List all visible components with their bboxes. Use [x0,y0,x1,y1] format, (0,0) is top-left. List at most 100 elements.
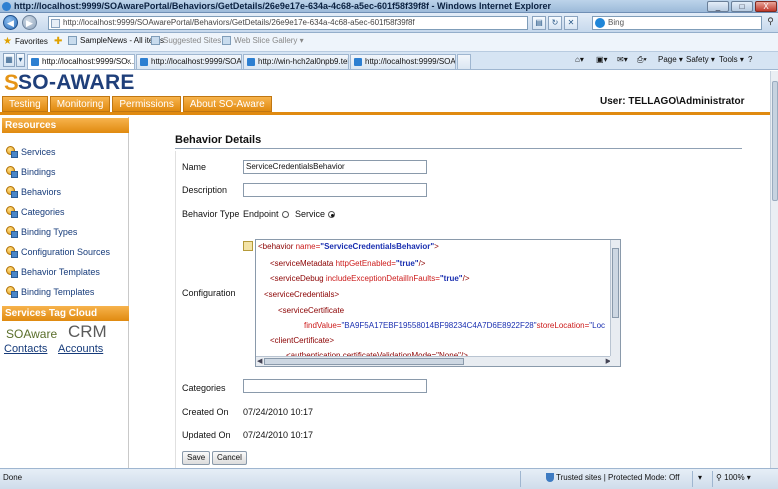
back-button[interactable]: ◀ [3,15,18,30]
feeds-icon[interactable]: ▣▾ [596,55,608,64]
favorites-button[interactable]: ★ Favorites [3,36,48,47]
zoom-level[interactable]: ⚲ 100% ▾ [716,473,751,482]
page-title: Behavior Details [175,134,262,146]
minimize-button[interactable]: _ [707,1,729,12]
sidebar-item-label: Bindings [21,167,56,177]
save-button[interactable]: Save [182,451,211,465]
favorite-site-icon [151,36,160,45]
cancel-button[interactable]: Cancel [212,451,247,465]
window-title: http://localhost:9999/SOAwarePortal/Beha… [14,1,551,11]
services-icon [6,146,18,158]
help-icon[interactable]: ? [748,55,752,64]
tab-site-icon [31,58,39,66]
favorite-link-samplenews[interactable]: SampleNews - All items [68,36,164,45]
favorites-bar: ★ Favorites ✚ SampleNews - All items Sug… [0,33,778,52]
categories-field[interactable] [243,379,427,393]
behaviors-icon [6,186,18,198]
description-field[interactable] [243,183,427,197]
scroll-left-icon[interactable]: ◀ [257,358,262,366]
xml-line: <serviceCredentials> [264,290,340,299]
sidebar-item-binding-types[interactable]: Binding Types [6,225,77,239]
close-button[interactable]: X [755,1,777,12]
nav-tab-about[interactable]: About SO-Aware [182,96,272,112]
behavior-type-group: Endpoint Service [243,209,339,219]
sidebar: Resources Services Bindings Behaviors Ca… [2,117,129,468]
address-bar: ◀ ▶ http://localhost:9999/SOAwarePortal/… [0,13,778,33]
tag-contacts[interactable]: Contacts [4,343,47,355]
configuration-editor[interactable]: <behavior name="ServiceCredentialsBehavi… [255,239,621,367]
sidebar-item-services[interactable]: Services [6,145,56,159]
new-tab-button[interactable] [457,54,471,69]
xml-line: <serviceDebug includeExceptionDetailInFa… [270,274,470,283]
tab-list-icon[interactable]: ▾ [16,53,25,67]
url-field[interactable]: http://localhost:9999/SOAwarePortal/Beha… [48,16,528,30]
tag-soaware[interactable]: SOAware [6,327,57,341]
xml-line: <clientCertificate> [270,336,335,345]
service-radio[interactable] [328,211,336,219]
sidebar-item-binding-templates[interactable]: Binding Templates [6,285,94,299]
page-menu[interactable]: Page ▾ [658,55,683,64]
nav-divider [0,112,770,115]
edit-icon[interactable] [243,241,253,251]
safety-menu[interactable]: Safety ▾ [686,55,715,64]
sidebar-item-bindings[interactable]: Bindings [6,165,56,179]
tag-crm[interactable]: CRM [68,322,107,342]
stop-icon[interactable]: ✕ [564,16,578,30]
maximize-button[interactable]: □ [731,1,753,12]
favorites-label: Favorites [14,37,48,46]
tab-2[interactable]: http://localhost:9999/SOAw... [136,54,242,69]
tab-1[interactable]: http://localhost:9999/SO... × [27,54,135,69]
sidebar-item-categories[interactable]: Categories [6,205,65,219]
favorite-link-suggested[interactable]: Suggested Sites ▾ [151,36,228,45]
tag-accounts[interactable]: Accounts [58,343,103,355]
refresh-icon[interactable]: ↻ [548,16,562,30]
endpoint-radio[interactable] [281,211,289,219]
tab-close-icon[interactable]: × [126,55,131,68]
favorite-site-icon [68,36,77,45]
tab-bar: ▦ ▾ http://localhost:9999/SO... × http:/… [0,52,778,70]
sidebar-item-configuration-sources[interactable]: Configuration Sources [6,245,110,259]
name-field[interactable]: ServiceCredentialsBehavior [243,160,427,174]
sidebar-item-behaviors[interactable]: Behaviors [6,185,61,199]
binding-types-icon [6,226,18,238]
security-zone[interactable]: Trusted sites | Protected Mode: Off [546,473,679,483]
tab-label: http://win-hch2al0npb9.tella... [258,57,348,66]
ie-logo-icon [2,2,11,11]
nav-tab-testing[interactable]: Testing [2,96,48,112]
title-divider [175,148,742,149]
home-icon[interactable]: ⌂▾ [575,55,584,64]
configuration-sources-icon [6,246,18,258]
search-go-icon[interactable]: ⚲ [764,16,777,30]
tab-3[interactable]: http://win-hch2al0npb9.tella... [243,54,349,69]
tab-site-icon [247,58,255,66]
search-input[interactable]: Bing [592,16,762,30]
forward-button[interactable]: ▶ [22,15,37,30]
updated-on-value: 07/24/2010 10:17 [243,430,314,440]
endpoint-label: Endpoint [243,209,279,219]
nav-tab-permissions[interactable]: Permissions [112,96,181,112]
add-favorites-icon[interactable]: ✚ [54,36,62,47]
security-lock-icon[interactable]: ▾ [698,473,702,482]
tools-menu[interactable]: Tools ▾ [719,55,744,64]
compatibility-view-icon[interactable]: ▤ [532,16,546,30]
mail-icon[interactable]: ✉▾ [617,55,628,64]
nav-tab-monitoring[interactable]: Monitoring [49,96,111,112]
quick-tabs-icon[interactable]: ▦ [3,53,15,67]
sidebar-item-behavior-templates[interactable]: Behavior Templates [6,265,100,279]
editor-vertical-scrollbar[interactable] [610,240,620,358]
behavior-type-label: Behavior Type [182,209,240,219]
tab-4[interactable]: http://localhost:9999/SOAw... [350,54,456,69]
user-label: User: TELLAGO\Administrator [600,96,745,107]
sidebar-item-label: Binding Types [21,227,78,237]
updated-on-label: Updated On [182,430,231,440]
print-icon[interactable]: ⎙▾ [637,55,647,65]
tab-label: http://localhost:9999/SOAw... [151,57,242,66]
description-label: Description [182,185,228,195]
sidebar-item-label: Services [21,147,56,157]
editor-horizontal-scrollbar[interactable]: ◀ ▶ [256,356,612,366]
page-vertical-scrollbar[interactable] [770,71,778,468]
favorite-link-webslice[interactable]: Web Slice Gallery ▾ [222,36,304,45]
tab-label: http://localhost:9999/SOAw... [365,57,456,66]
so-aware-logo: S SO-AWARE [4,71,204,95]
page-icon [51,19,60,28]
